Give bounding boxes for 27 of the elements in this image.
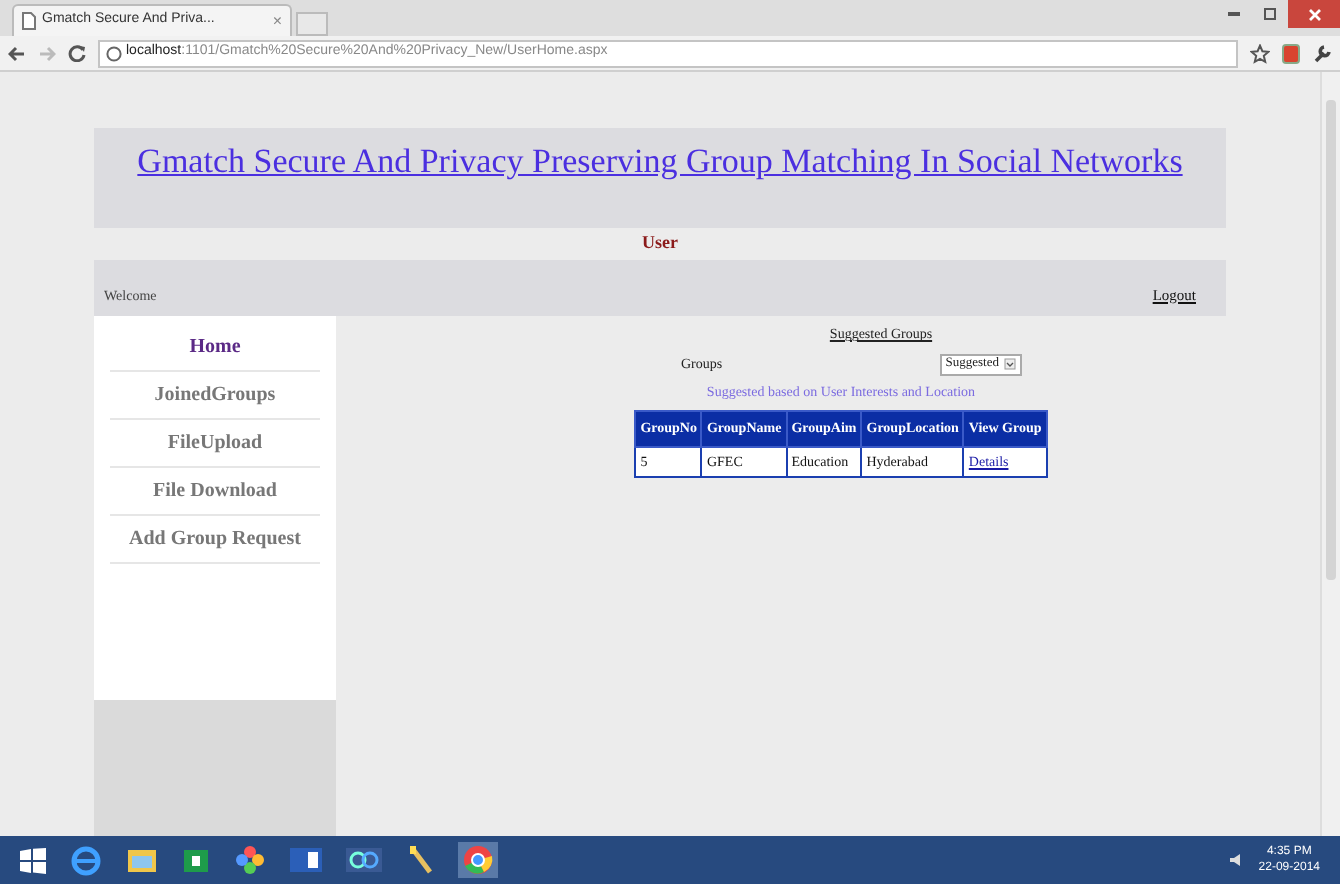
back-icon[interactable] xyxy=(8,45,26,61)
flower-icon[interactable] xyxy=(234,844,266,876)
page-icon xyxy=(22,12,36,30)
wrench-icon[interactable] xyxy=(1312,43,1332,63)
document-icon[interactable] xyxy=(290,846,322,874)
scrollbar[interactable] xyxy=(1320,72,1340,836)
nav-link[interactable]: JoinedGroups xyxy=(110,372,320,420)
site-title-link[interactable]: Gmatch Secure And Privacy Preserving Group Matching In Social Networks xyxy=(137,136,1183,187)
reload-icon[interactable] xyxy=(68,44,86,62)
info-icon xyxy=(106,45,122,61)
dropdown-icon xyxy=(1003,358,1015,370)
rings-icon[interactable] xyxy=(346,848,382,872)
nav-link[interactable]: File Download xyxy=(110,468,320,516)
folder-icon[interactable] xyxy=(126,846,158,874)
nav-link[interactable]: FileUpload xyxy=(110,420,320,468)
close-button[interactable] xyxy=(1288,0,1340,28)
store-icon[interactable] xyxy=(182,846,210,874)
browser-e-icon[interactable] xyxy=(70,844,102,876)
nav-link[interactable]: Add Group Request xyxy=(110,516,320,564)
chrome-icon[interactable] xyxy=(458,842,498,878)
windows-logo-icon[interactable] xyxy=(20,847,46,873)
close-icon xyxy=(1307,7,1321,21)
tool-icon[interactable] xyxy=(406,844,434,876)
nav-link[interactable]: Home xyxy=(110,324,320,372)
star-icon[interactable] xyxy=(1250,43,1270,63)
role-label: User xyxy=(642,230,678,257)
extension-icon[interactable] xyxy=(1282,43,1300,63)
